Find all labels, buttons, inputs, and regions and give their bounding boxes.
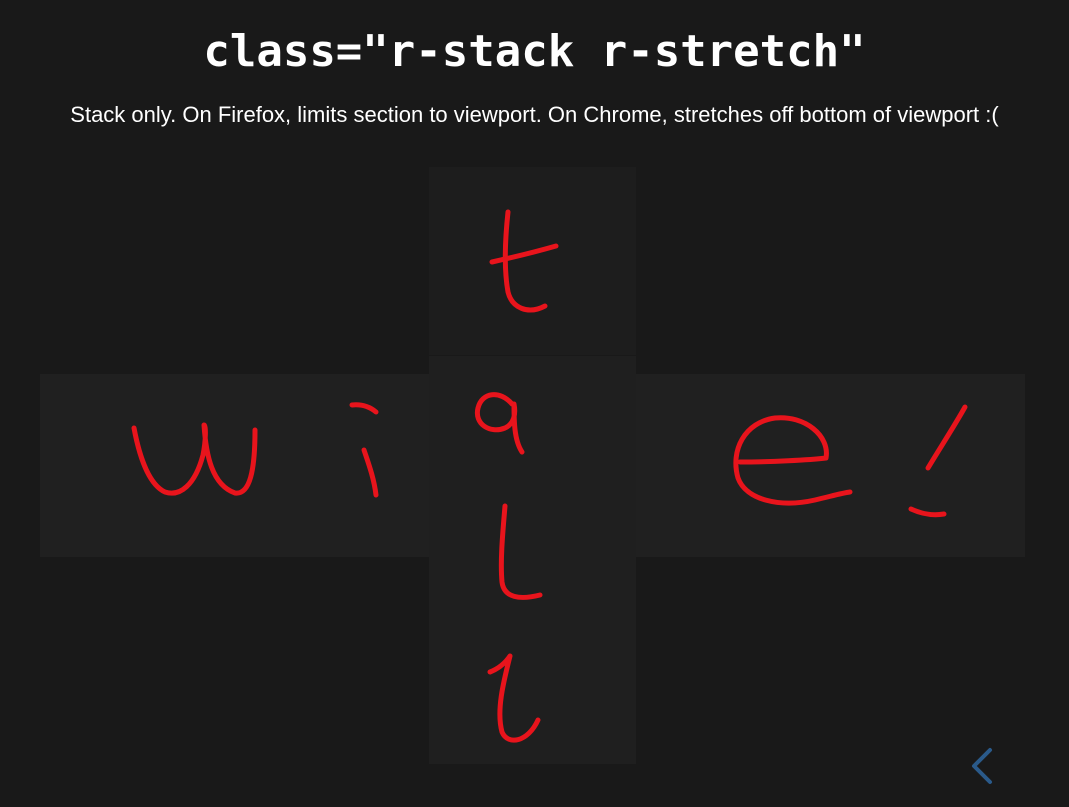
stack-layer-tall-bottom: [429, 356, 636, 764]
slide: class="r-stack r-stretch" Stack only. On…: [0, 0, 1069, 807]
nav-prev-button[interactable]: [964, 744, 1004, 792]
stack-layer-tall-top: [429, 167, 636, 355]
slide-title: class="r-stack r-stretch": [203, 26, 866, 77]
chevron-left-icon[interactable]: [964, 744, 1004, 792]
slide-subtitle: Stack only. On Firefox, limits section t…: [70, 102, 999, 127]
